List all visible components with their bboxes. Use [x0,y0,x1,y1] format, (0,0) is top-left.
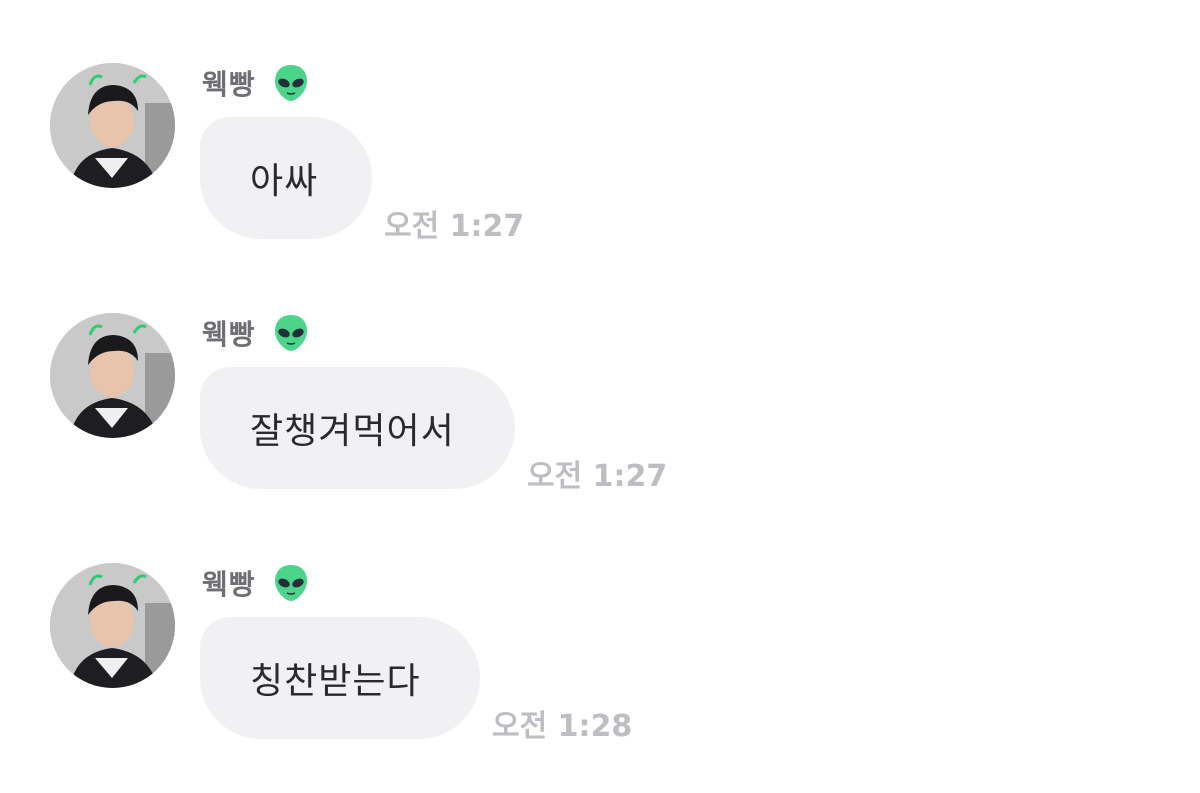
message-timestamp: 오전 1:27 [384,209,525,244]
sender-name[interactable]: 웩빵 [202,563,256,603]
sender: 웩빵 [202,563,308,603]
alien-emoji-icon [274,564,308,602]
avatar-photo-icon [50,563,175,688]
sender-name[interactable]: 웩빵 [202,63,256,103]
message-text: 잘챙겨먹어서 [250,411,455,452]
sender-name[interactable]: 웩빵 [202,313,256,353]
message-timestamp: 오전 1:27 [527,459,668,494]
message-text: 아싸 [250,161,319,202]
message-bubble[interactable]: 칭찬받는다 [200,617,480,739]
chat-message: 웩빵 잘챙겨먹어서 오전 1:27 [50,313,1150,503]
sender: 웩빵 [202,63,308,103]
message-bubble[interactable]: 잘챙겨먹어서 [200,367,515,489]
sender: 웩빵 [202,313,308,353]
message-bubble[interactable]: 아싸 [200,117,372,239]
avatar[interactable] [50,563,175,688]
chat-thread: 웩빵 아싸 오전 1:27 웩빵 잘챙겨먹어서 오전 1:27 웩빵 칭찬받는다… [0,0,1200,793]
message-text: 칭찬받는다 [250,661,421,702]
alien-emoji-icon [274,64,308,102]
avatar[interactable] [50,63,175,188]
alien-emoji-icon [274,314,308,352]
avatar-photo-icon [50,63,175,188]
message-timestamp: 오전 1:28 [492,709,633,744]
avatar[interactable] [50,313,175,438]
chat-message: 웩빵 아싸 오전 1:27 [50,63,1150,253]
chat-message: 웩빵 칭찬받는다 오전 1:28 [50,563,1150,753]
avatar-photo-icon [50,313,175,438]
